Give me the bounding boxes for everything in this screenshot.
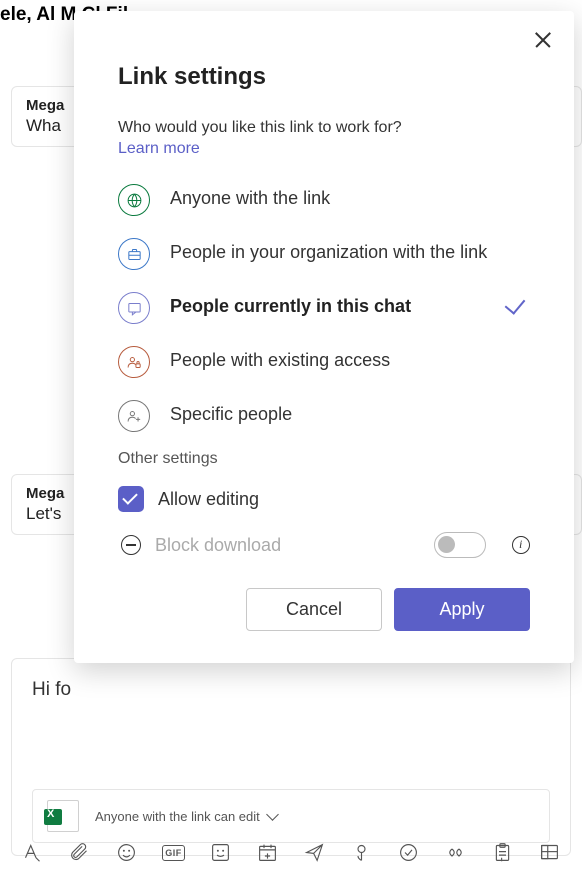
emoji-icon[interactable]: [116, 842, 137, 863]
option-label: Specific people: [170, 400, 530, 425]
more-apps-icon[interactable]: [539, 842, 560, 863]
allow-editing-row[interactable]: Allow editing: [118, 486, 530, 512]
option-specific-people[interactable]: Specific people: [118, 400, 530, 432]
send-icon[interactable]: [304, 842, 325, 863]
chat-icon: [118, 292, 150, 324]
format-icon[interactable]: [22, 842, 43, 863]
loop-icon[interactable]: [445, 842, 466, 863]
close-icon[interactable]: [534, 31, 552, 49]
block-download-row: Block download: [118, 532, 530, 558]
minus-circle-icon: [121, 535, 141, 555]
option-label: Anyone with the link: [170, 184, 530, 209]
option-organization[interactable]: People in your organization with the lin…: [118, 238, 530, 270]
checkmark-icon: [505, 293, 526, 315]
tasks-icon[interactable]: [492, 842, 513, 863]
block-download-label: Block download: [155, 535, 420, 556]
allow-editing-label: Allow editing: [158, 489, 530, 510]
apply-button[interactable]: Apply: [394, 588, 530, 631]
people-plus-icon: [118, 400, 150, 432]
chevron-down-icon: [266, 808, 279, 821]
approvals-icon[interactable]: [398, 842, 419, 863]
option-label: People with existing access: [170, 346, 530, 371]
stream-icon[interactable]: [351, 842, 372, 863]
briefcase-icon: [118, 238, 150, 270]
option-label: People currently in this chat: [170, 292, 486, 317]
compose-toolbar: GIF: [22, 842, 560, 863]
block-download-toggle: [434, 532, 486, 558]
cancel-button[interactable]: Cancel: [246, 588, 382, 631]
compose-text[interactable]: Hi fo: [32, 679, 550, 765]
other-settings-heading: Other settings: [118, 450, 530, 468]
option-anyone[interactable]: Anyone with the link: [118, 184, 530, 216]
option-chat[interactable]: People currently in this chat: [118, 292, 530, 324]
dialog-subtitle: Who would you like this link to work for…: [118, 119, 530, 137]
attach-icon[interactable]: [69, 842, 90, 863]
dialog-buttons: Cancel Apply: [118, 588, 530, 631]
link-settings-dialog: Link settings Who would you like this li…: [74, 11, 574, 663]
people-lock-icon: [118, 346, 150, 378]
attachment-chip[interactable]: X Anyone with the link can edit: [32, 789, 550, 843]
globe-icon: [118, 184, 150, 216]
sticker-icon[interactable]: [210, 842, 231, 863]
learn-more-link[interactable]: Learn more: [118, 140, 200, 158]
option-existing-access[interactable]: People with existing access: [118, 346, 530, 378]
compose-box[interactable]: Hi fo X Anyone with the link can edit: [11, 658, 571, 856]
gif-icon[interactable]: GIF: [163, 842, 184, 863]
dialog-title: Link settings: [118, 63, 530, 91]
excel-file-icon: X: [47, 800, 79, 832]
allow-editing-checkbox[interactable]: [118, 486, 144, 512]
schedule-meeting-icon[interactable]: [257, 842, 278, 863]
info-icon[interactable]: [512, 536, 530, 554]
attachment-permission-label[interactable]: Anyone with the link can edit: [95, 809, 277, 824]
option-label: People in your organization with the lin…: [170, 238, 530, 263]
